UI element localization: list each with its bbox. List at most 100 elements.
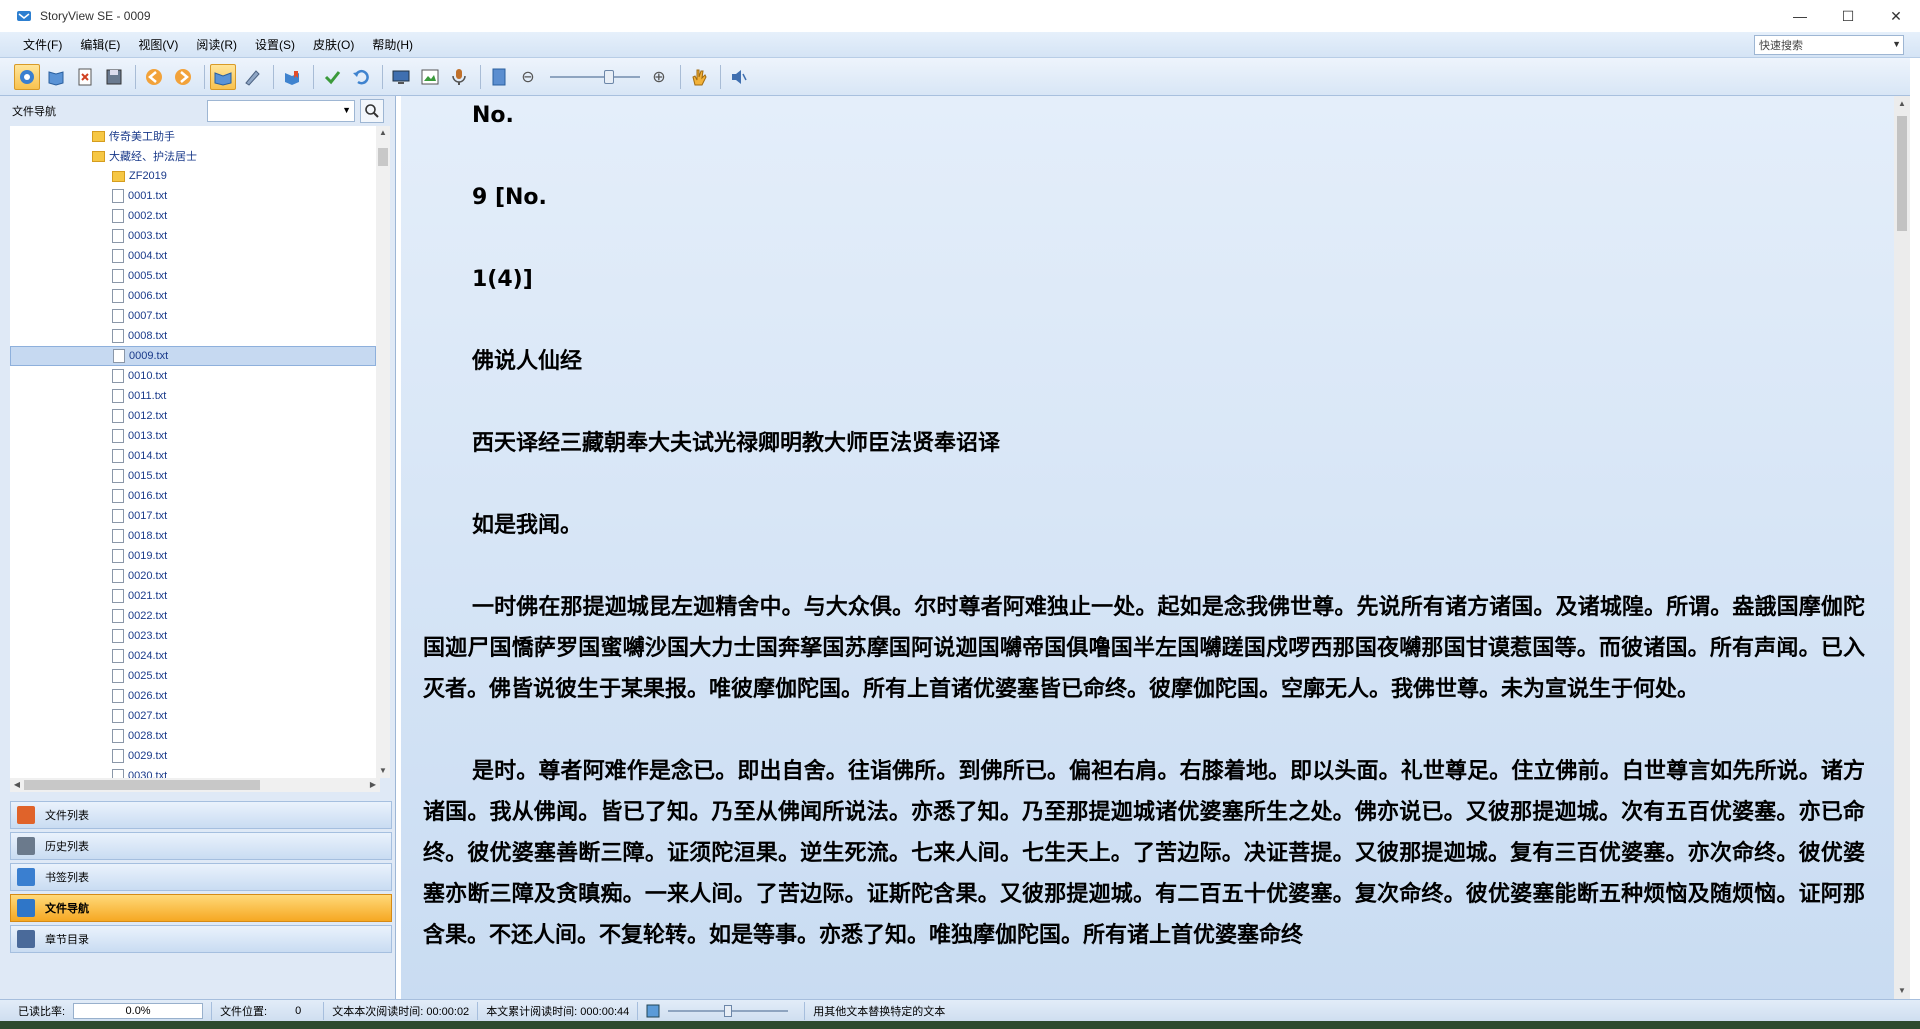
tree-file[interactable]: 0027.txt bbox=[10, 706, 376, 726]
tree-file[interactable]: 0014.txt bbox=[10, 446, 376, 466]
tree-file[interactable]: 0005.txt bbox=[10, 266, 376, 286]
toolbar-divider bbox=[720, 64, 721, 89]
open-library-button[interactable] bbox=[14, 63, 40, 90]
tree-item-label: 0001.txt bbox=[128, 190, 168, 202]
tree-file[interactable]: 0024.txt bbox=[10, 646, 376, 666]
status-slider[interactable] bbox=[668, 1002, 789, 1020]
menu-help[interactable]: 帮助(H) bbox=[363, 36, 422, 53]
close-button[interactable]: ✕ bbox=[1872, 0, 1920, 32]
scroll-left-icon[interactable]: ◀ bbox=[10, 778, 24, 792]
tree-file[interactable]: 0008.txt bbox=[10, 326, 376, 346]
scroll-right-icon[interactable]: ▶ bbox=[366, 778, 380, 792]
tree-file[interactable]: 0009.txt bbox=[10, 346, 376, 366]
tree-file[interactable]: 0012.txt bbox=[10, 406, 376, 426]
prev-file-button[interactable] bbox=[141, 64, 167, 90]
scroll-down-icon[interactable]: ▼ bbox=[376, 764, 390, 778]
tree-vertical-scrollbar[interactable]: ▲ ▼ bbox=[376, 126, 390, 778]
zoom-in-button[interactable]: ⊕ bbox=[646, 64, 672, 90]
panel-tab-label: 章节目录 bbox=[45, 934, 89, 946]
tree-horizontal-scrollbar[interactable]: ◀ ▶ bbox=[10, 778, 380, 792]
menu-view[interactable]: 视图(V) bbox=[129, 36, 187, 53]
tree-file[interactable]: 0029.txt bbox=[10, 746, 376, 766]
text-file-icon bbox=[112, 429, 124, 443]
chevron-down-icon[interactable]: ▼ bbox=[1892, 39, 1901, 49]
reader-vertical-scrollbar[interactable]: ▲ ▼ bbox=[1894, 96, 1910, 999]
chapter-icon bbox=[17, 930, 35, 948]
tree-file[interactable]: 0002.txt bbox=[10, 206, 376, 226]
page-view-button[interactable] bbox=[486, 64, 512, 90]
panel-tab-bookmark[interactable]: 书签列表 bbox=[10, 863, 392, 891]
fullscreen-button[interactable] bbox=[388, 64, 414, 90]
tree-file[interactable]: 0015.txt bbox=[10, 466, 376, 486]
speech-button[interactable] bbox=[446, 64, 472, 90]
scroll-thumb[interactable] bbox=[378, 148, 388, 166]
reader-pane[interactable]: No. 9 [No. 1(4)] 佛说人仙经 西天译经三藏朝奉大夫试光禄卿明教大师臣法贤… bbox=[401, 96, 1895, 999]
scroll-up-icon[interactable]: ▲ bbox=[376, 126, 390, 140]
scroll-thumb[interactable] bbox=[1897, 116, 1907, 231]
tree-folder[interactable]: ZF2019 bbox=[10, 166, 376, 186]
panel-tab-file-list[interactable]: 文件列表 bbox=[10, 801, 392, 829]
speaker-button[interactable] bbox=[726, 64, 752, 90]
tree-file[interactable]: 0011.txt bbox=[10, 386, 376, 406]
status-slider-thumb[interactable] bbox=[724, 1004, 733, 1017]
menu-file[interactable]: 文件(F) bbox=[14, 36, 71, 53]
zoom-slider-thumb[interactable] bbox=[604, 69, 614, 84]
menu-skin[interactable]: 皮肤(O) bbox=[304, 36, 363, 53]
menu-edit[interactable]: 编辑(E) bbox=[71, 36, 129, 53]
minimize-button[interactable]: — bbox=[1776, 0, 1824, 32]
maximize-button[interactable]: ☐ bbox=[1824, 0, 1872, 32]
panel-tab-chapter[interactable]: 章节目录 bbox=[10, 925, 392, 953]
tree-file[interactable]: 0006.txt bbox=[10, 286, 376, 306]
open-folder-button[interactable] bbox=[43, 64, 69, 90]
tree-item-label: 0013.txt bbox=[128, 430, 168, 442]
tree-file[interactable]: 0007.txt bbox=[10, 306, 376, 326]
undo-all-button[interactable] bbox=[319, 64, 345, 90]
tree-item-label: 0024.txt bbox=[128, 650, 168, 662]
nav-path-input[interactable]: ▼ bbox=[207, 100, 355, 122]
tree-file[interactable]: 0020.txt bbox=[10, 566, 376, 586]
menu-settings[interactable]: 设置(S) bbox=[246, 36, 304, 53]
text-file-icon bbox=[112, 369, 124, 383]
tree-file[interactable]: 0023.txt bbox=[10, 626, 376, 646]
tree-file[interactable]: 0016.txt bbox=[10, 486, 376, 506]
text-file-icon bbox=[112, 309, 124, 323]
tree-file[interactable]: 0022.txt bbox=[10, 606, 376, 626]
bookmark-button[interactable] bbox=[279, 64, 305, 90]
edit-button[interactable] bbox=[239, 64, 265, 90]
tree-file[interactable]: 0025.txt bbox=[10, 666, 376, 686]
scroll-thumb[interactable] bbox=[24, 780, 260, 790]
tree-file[interactable]: 0028.txt bbox=[10, 726, 376, 746]
panel-tab-folder-nav[interactable]: 文件导航 bbox=[10, 894, 392, 922]
quick-search-input[interactable]: 快速搜索 ▼ bbox=[1754, 35, 1904, 55]
tree-file[interactable]: 0018.txt bbox=[10, 526, 376, 546]
tree-file[interactable]: 0013.txt bbox=[10, 426, 376, 446]
file-tree[interactable]: 传奇美工助手 大藏经、护法居士 ZF2019 0001.txt 0002.txt 0003… bbox=[10, 126, 390, 778]
tree-file[interactable]: 0001.txt bbox=[10, 186, 376, 206]
tree-file[interactable]: 0019.txt bbox=[10, 546, 376, 566]
tree-folder[interactable]: 传奇美工助手 bbox=[10, 126, 376, 146]
zoom-out-button[interactable]: ⊖ bbox=[515, 64, 541, 90]
tree-file[interactable]: 0017.txt bbox=[10, 506, 376, 526]
close-file-button[interactable] bbox=[72, 64, 98, 90]
panel-tab-history[interactable]: 历史列表 bbox=[10, 832, 392, 860]
hand-tool-button[interactable] bbox=[686, 64, 712, 90]
screenshot-button[interactable] bbox=[417, 64, 443, 90]
nav-search-button[interactable] bbox=[360, 99, 384, 123]
tree-file[interactable]: 0003.txt bbox=[10, 226, 376, 246]
zoom-slider-track bbox=[550, 75, 640, 78]
scroll-up-icon[interactable]: ▲ bbox=[1894, 96, 1910, 112]
next-file-button[interactable] bbox=[170, 64, 196, 90]
tree-folder[interactable]: 大藏经、护法居士 bbox=[10, 146, 376, 166]
auto-scroll-button[interactable] bbox=[210, 63, 236, 90]
menu-read[interactable]: 阅读(R) bbox=[187, 36, 246, 53]
tree-file[interactable]: 0010.txt bbox=[10, 366, 376, 386]
save-button[interactable] bbox=[101, 64, 127, 90]
chevron-down-icon[interactable]: ▼ bbox=[342, 105, 351, 115]
tree-file[interactable]: 0004.txt bbox=[10, 246, 376, 266]
redo-button[interactable] bbox=[348, 64, 374, 90]
zoom-slider[interactable] bbox=[550, 64, 640, 90]
tree-file[interactable]: 0026.txt bbox=[10, 686, 376, 706]
tree-file[interactable]: 0021.txt bbox=[10, 586, 376, 606]
scroll-down-icon[interactable]: ▼ bbox=[1894, 983, 1910, 999]
tree-file[interactable]: 0030.txt bbox=[10, 766, 376, 778]
